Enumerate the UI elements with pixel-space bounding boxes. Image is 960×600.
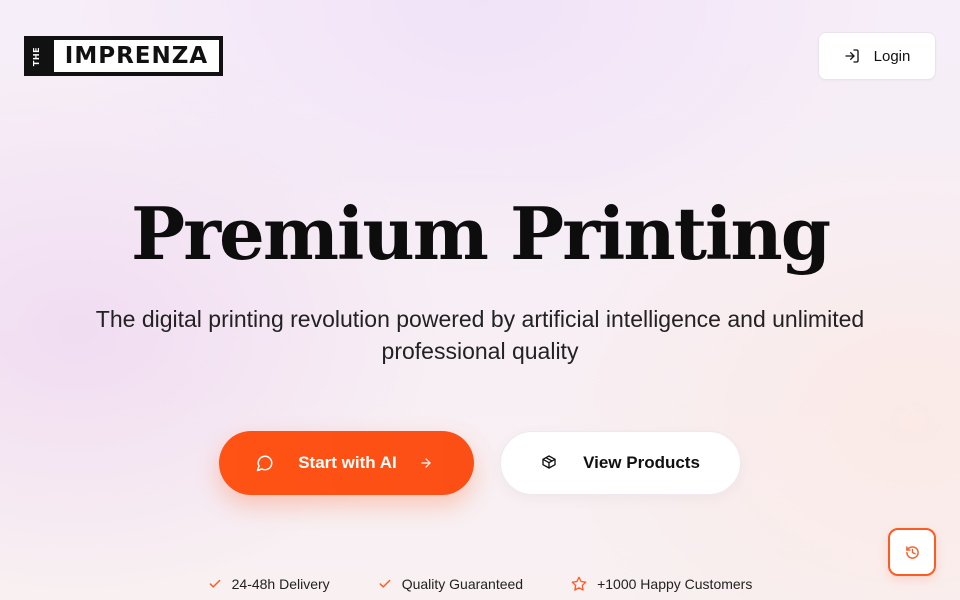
feature-item: +1000 Happy Customers <box>571 576 752 592</box>
feature-item: 24-48h Delivery <box>208 576 330 592</box>
feature-label: Quality Guaranteed <box>401 576 524 592</box>
check-icon <box>208 577 222 591</box>
history-icon <box>905 545 920 560</box>
feature-label: +1000 Happy Customers <box>597 576 753 592</box>
arrow-right-icon <box>419 454 437 472</box>
start-with-ai-label: Start with AI <box>298 453 397 472</box>
history-button[interactable] <box>888 528 936 576</box>
feature-item: Quality Guaranteed <box>378 576 523 592</box>
hero-title: Premium Printing <box>130 191 831 276</box>
logo-small-text: THE <box>32 46 42 66</box>
hero-subtitle: The digital printing revolution powered … <box>95 306 865 364</box>
login-button[interactable]: Login <box>818 32 936 80</box>
brand-logo[interactable]: THE IMPRENZA <box>24 36 223 76</box>
star-icon <box>571 576 587 592</box>
feature-label: 24-48h Delivery <box>231 576 330 592</box>
package-icon <box>541 454 559 472</box>
view-products-button[interactable]: View Products <box>500 431 741 495</box>
login-label: Login <box>873 47 911 65</box>
start-with-ai-button[interactable]: Start with AI <box>219 431 474 495</box>
check-icon <box>378 577 392 591</box>
feature-list: 24-48h Delivery Quality Guaranteed +1000… <box>0 576 960 592</box>
logo-small-text-wrap: THE <box>24 36 50 76</box>
logo-main-text: IMPRENZA <box>54 40 219 72</box>
chat-bubble-icon <box>256 454 274 472</box>
log-in-icon <box>844 48 860 64</box>
hero-actions: Start with AI View Products <box>0 431 960 495</box>
view-products-label: View Products <box>583 453 700 472</box>
